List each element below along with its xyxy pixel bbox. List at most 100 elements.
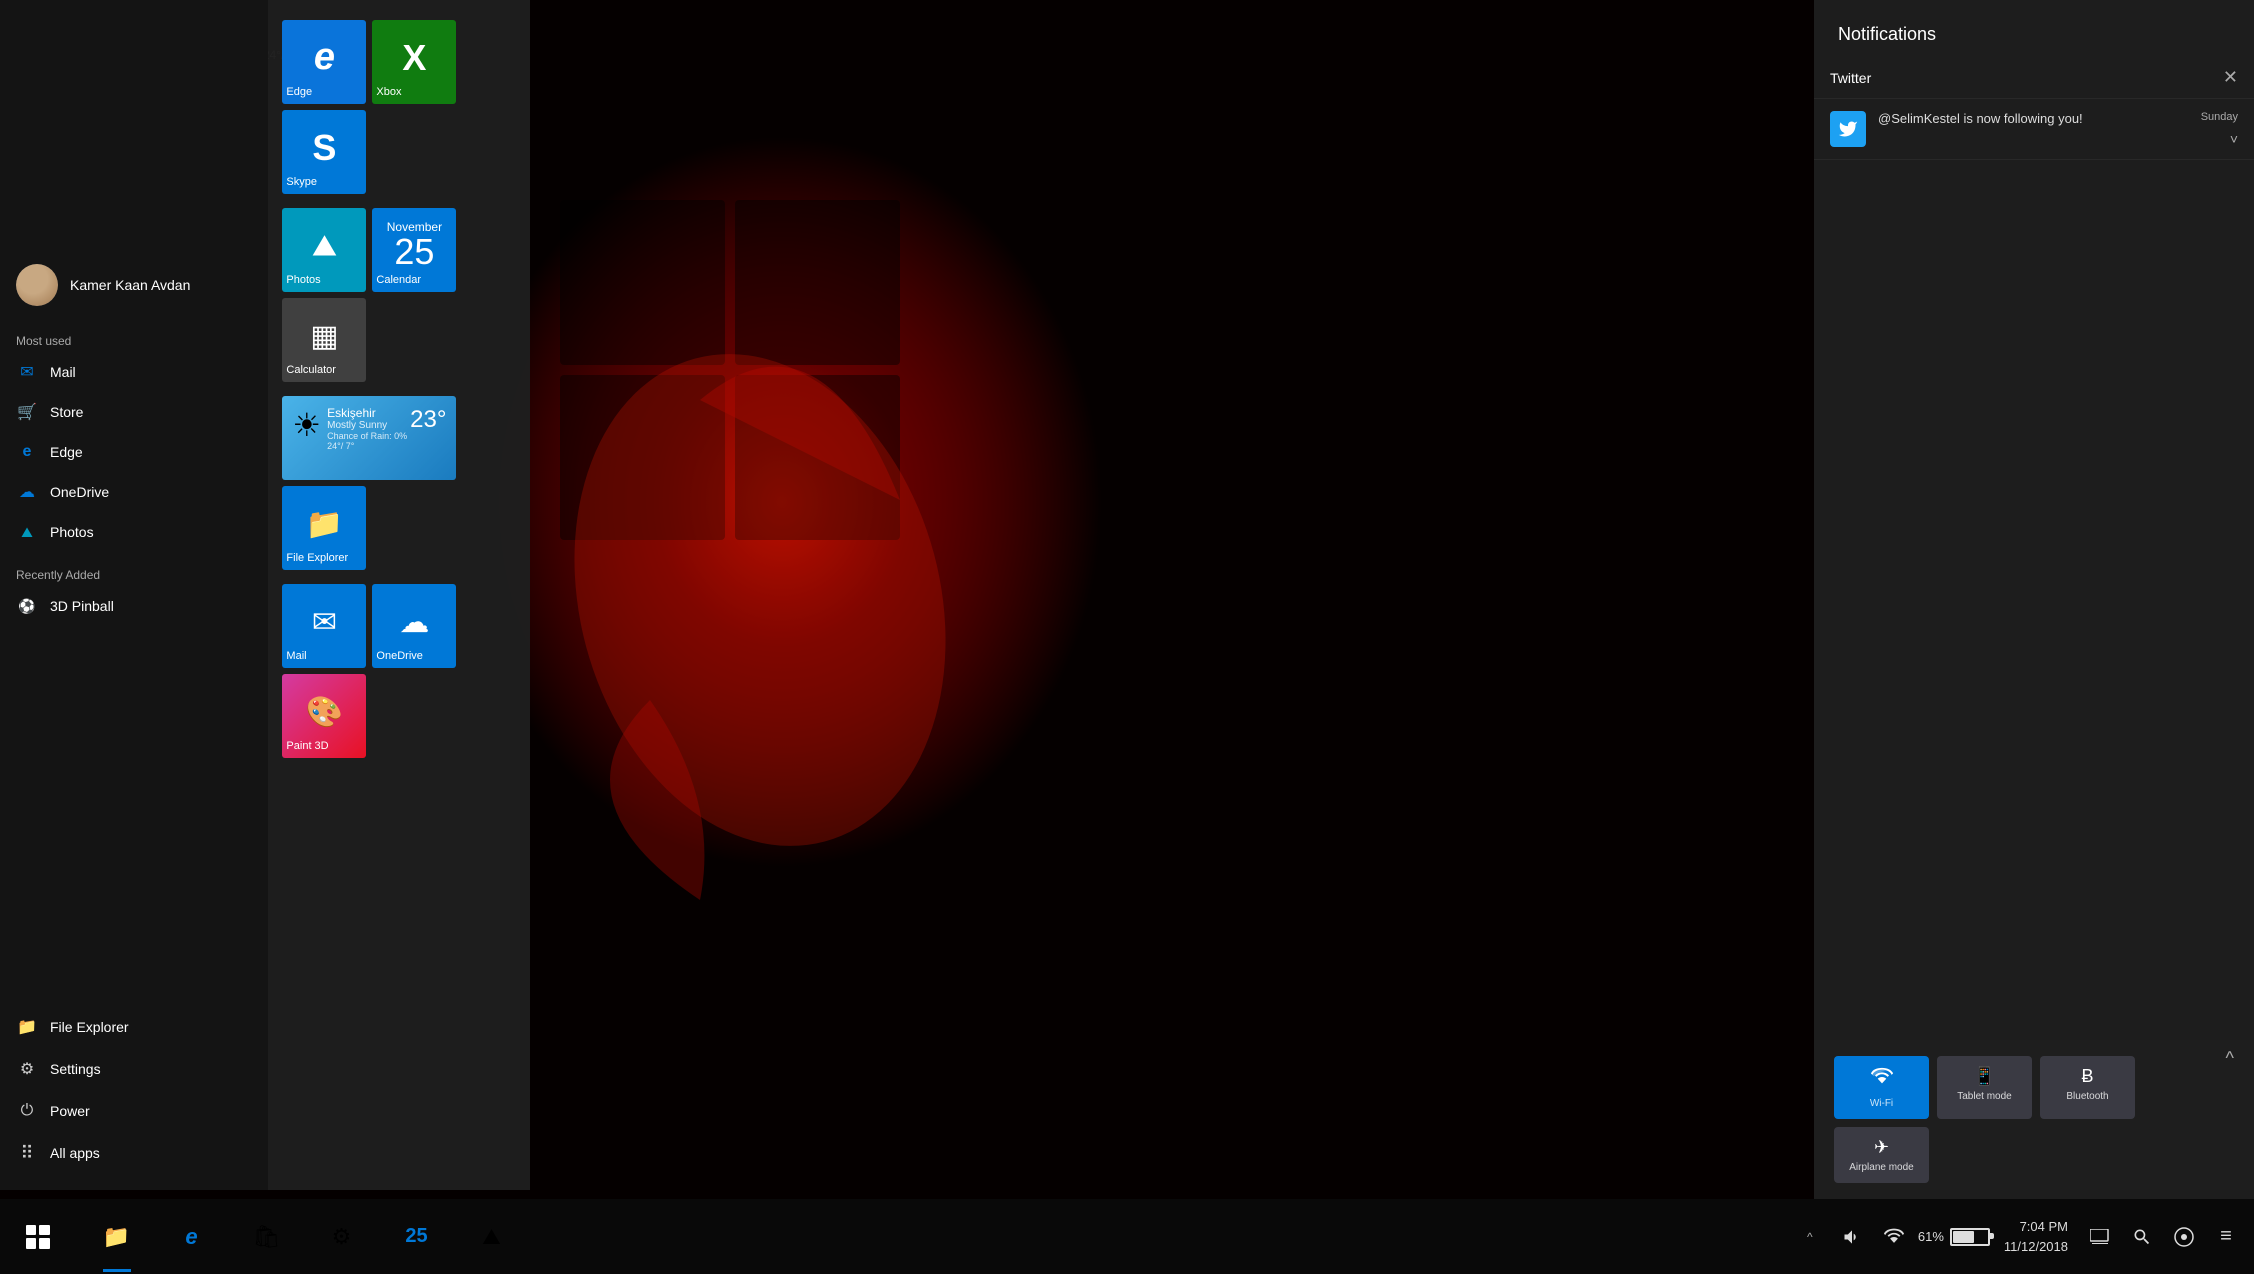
tile-photos[interactable]: ⛰ Photos (282, 208, 366, 292)
taskbar-tray: ^ 61% 7:04 PM 11/12/2018 (1792, 1217, 2254, 1256)
bluetooth-label: Bluetooth (2066, 1091, 2108, 1102)
app-list-mail[interactable]: ✉ Mail (0, 352, 268, 392)
notif-source-twitter: Twitter ✕ (1814, 57, 2254, 99)
app-label-edge: Edge (50, 444, 83, 460)
wifi-label: Wi-Fi (1870, 1098, 1893, 1109)
taskbar-explorer[interactable]: 📁 (79, 1199, 154, 1274)
action-wifi[interactable]: Wi-Fi (1834, 1056, 1929, 1119)
action-buttons: Wi-Fi 📱 Tablet mode Ƀ Bluetooth ✈ Airpla… (1834, 1056, 2234, 1183)
file-explorer-icon: 📁 (16, 1016, 38, 1038)
most-used-label: Most used (0, 326, 268, 352)
taskbar-calendar[interactable]: 25 (379, 1199, 454, 1274)
tray-wifi-button[interactable] (1876, 1219, 1912, 1255)
tile-edge[interactable]: e Edge (282, 20, 366, 104)
tray-cortana-button[interactable] (2166, 1219, 2202, 1255)
notif-item: @SelimKestel is now following you! Sunda… (1814, 99, 2254, 160)
taskbar-edge[interactable]: e (154, 1199, 229, 1274)
tile-skype-label: Skype (286, 176, 317, 188)
taskbar-store-icon: 🛍 (253, 1224, 281, 1250)
taskbar-explorer-icon: 📁 (103, 1224, 130, 1250)
edge-small-icon: e (16, 441, 38, 463)
twitter-icon (1830, 111, 1866, 147)
power-icon: ⏻ (16, 1100, 38, 1122)
tile-calculator[interactable]: ▦ Calculator (282, 298, 366, 382)
app-list-3dpinball[interactable]: ⚽ 3D Pinball (0, 586, 268, 626)
app-label-mail: Mail (50, 364, 76, 380)
action-tablet-mode[interactable]: 📱 Tablet mode (1937, 1056, 2032, 1119)
weather-tile-rain: Chance of Rain: 0% (327, 431, 410, 441)
notif-source-name: Twitter (1830, 70, 1871, 86)
tiles-row-1: e Edge X Xbox S Skype (278, 16, 520, 198)
notif-header: Notifications (1814, 0, 2254, 57)
bluetooth-icon: Ƀ (2081, 1066, 2093, 1087)
action-bluetooth[interactable]: Ƀ Bluetooth (2040, 1056, 2135, 1119)
weather-tile-condition: Mostly Sunny (327, 420, 410, 431)
tile-calendar[interactable]: November 25 Calendar (372, 208, 456, 292)
tile-calculator-label: Calculator (286, 364, 336, 376)
battery-percent: 61% (1918, 1229, 1944, 1244)
wifi-icon (1871, 1066, 1893, 1094)
taskbar: 📁 e 🛍 ⚙ 25 ⛰ ^ (0, 1199, 2254, 1274)
tile-skype[interactable]: S Skype (282, 110, 366, 194)
tiles-row-2: ⛰ Photos November 25 Calendar ▦ Calculat… (278, 204, 520, 386)
tray-taskview-button[interactable] (2082, 1219, 2118, 1255)
notif-expand-button[interactable]: ˅ (2230, 131, 2238, 147)
airplane-icon: ✈ (1874, 1137, 1889, 1158)
user-profile[interactable]: Kamer Kaan Avdan (0, 240, 268, 326)
taskbar-settings-icon: ⚙ (332, 1224, 352, 1250)
bottom-settings[interactable]: ⚙ Settings (0, 1048, 268, 1090)
tile-calendar-label: Calendar (376, 274, 421, 286)
notif-title: Notifications (1838, 24, 1936, 45)
app-label-photos: Photos (50, 524, 94, 540)
tile-xbox[interactable]: X Xbox (372, 20, 456, 104)
all-apps-icon: ⠿ (16, 1142, 38, 1164)
start-button[interactable] (0, 1199, 75, 1274)
tile-onedrive[interactable]: ☁ OneDrive (372, 584, 456, 668)
app-label-store: Store (50, 404, 83, 420)
tray-chevron-button[interactable]: ^ (1792, 1219, 1828, 1255)
action-airplane[interactable]: ✈ Airplane mode (1834, 1127, 1929, 1183)
taskbar-photos[interactable]: ⛰ (454, 1199, 529, 1274)
taskbar-store[interactable]: 🛍 (229, 1199, 304, 1274)
app-list-store[interactable]: 🛒 Store (0, 392, 268, 432)
tray-more-button[interactable]: ≡ (2208, 1219, 2244, 1255)
tray-volume-button[interactable] (1834, 1219, 1870, 1255)
start-menu: Kamer Kaan Avdan Most used ✉ Mail 🛒 Stor… (0, 0, 530, 1190)
bottom-power[interactable]: ⏻ Power (0, 1090, 268, 1132)
start-left-panel: Kamer Kaan Avdan Most used ✉ Mail 🛒 Stor… (0, 0, 268, 1190)
notification-panel: Notifications Twitter ✕ @SelimKestel is … (1814, 0, 2254, 1190)
app-list-photos[interactable]: ⛰ Photos (0, 512, 268, 552)
notif-close-button[interactable]: ✕ (2223, 67, 2238, 88)
pinball-icon: ⚽ (16, 595, 38, 617)
weather-tile-temp: 23° (410, 406, 446, 434)
tile-mail[interactable]: ✉ Mail (282, 584, 366, 668)
tile-edge-label: Edge (286, 86, 312, 98)
app-list-onedrive[interactable]: ☁ OneDrive (0, 472, 268, 512)
action-center-collapse[interactable]: ^ (2226, 1048, 2234, 1069)
clock-date: 11/12/2018 (2004, 1237, 2068, 1257)
taskbar-clock[interactable]: 7:04 PM 11/12/2018 (1996, 1217, 2076, 1256)
tiles-row-4: ✉ Mail ☁ OneDrive 🎨 Paint 3D (278, 580, 520, 762)
tray-battery[interactable]: 61% (1918, 1228, 1990, 1246)
weather-tile-city: Eskişehir (327, 406, 410, 420)
action-center-bar: ^ Wi-Fi 📱 Tablet mode Ƀ Bluetooth ✈ Airp… (1814, 1040, 2254, 1199)
tile-weather[interactable]: ☀ Eskişehir Mostly Sunny Chance of Rain:… (282, 396, 456, 480)
taskbar-settings[interactable]: ⚙ (304, 1199, 379, 1274)
notif-time: Sunday (2201, 111, 2238, 123)
bottom-all-apps[interactable]: ⠿ All apps (0, 1132, 268, 1174)
bottom-file-explorer[interactable]: 📁 File Explorer (0, 1006, 268, 1048)
mail-icon: ✉ (16, 361, 38, 383)
start-bottom: 📁 File Explorer ⚙ Settings ⏻ Power ⠿ All… (0, 1006, 268, 1190)
settings-icon: ⚙ (16, 1058, 38, 1080)
taskbar-calendar-icon: 25 (405, 1225, 427, 1248)
settings-label: Settings (50, 1061, 101, 1077)
app-label-onedrive: OneDrive (50, 484, 109, 500)
app-list-edge[interactable]: e Edge (0, 432, 268, 472)
tile-paint3d-label: Paint 3D (286, 740, 328, 752)
tile-fileexplorer[interactable]: 📁 File Explorer (282, 486, 366, 570)
start-icon (26, 1225, 50, 1249)
tray-search-button[interactable] (2124, 1219, 2160, 1255)
tile-xbox-label: Xbox (376, 86, 401, 98)
power-label: Power (50, 1103, 90, 1119)
tile-paint3d[interactable]: 🎨 Paint 3D (282, 674, 366, 758)
